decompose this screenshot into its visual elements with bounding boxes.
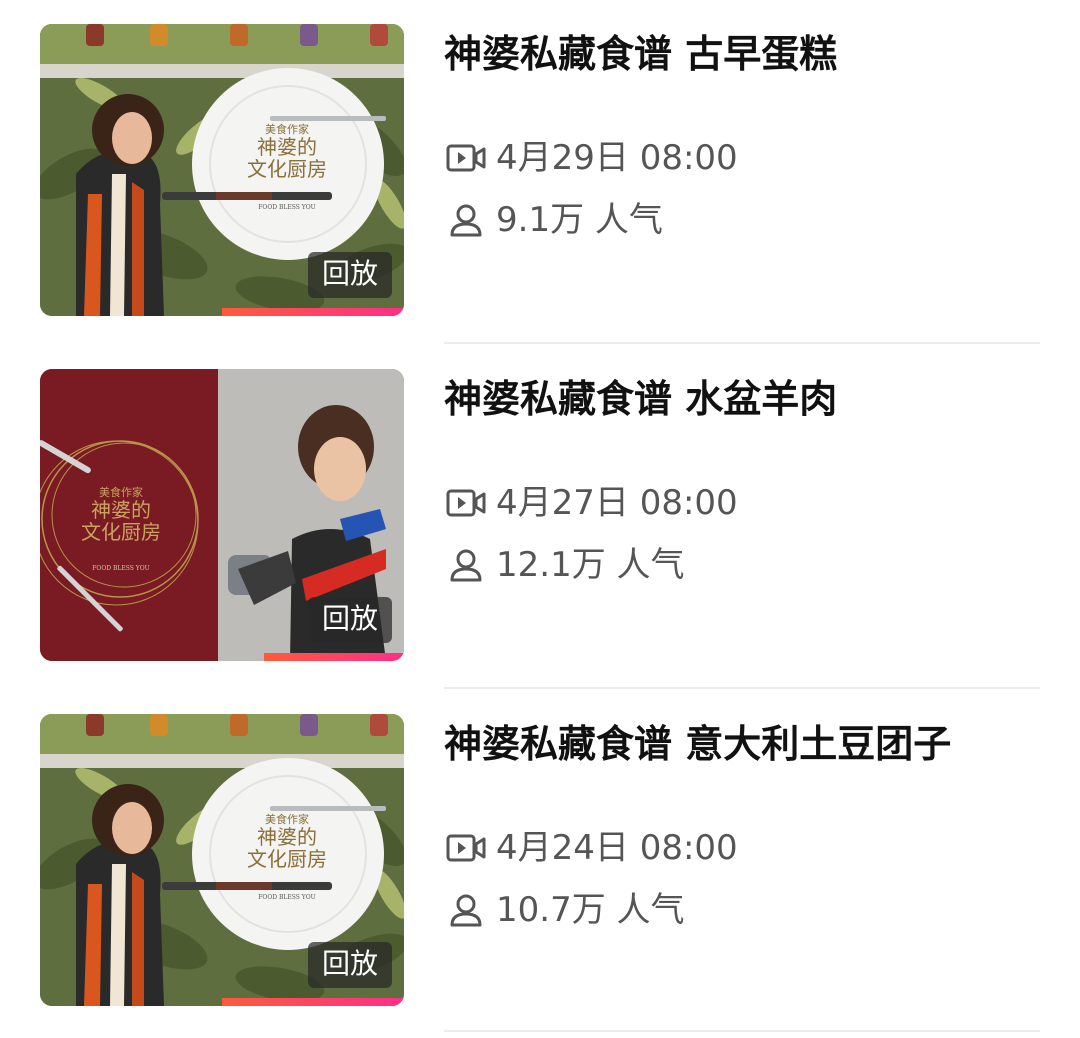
- logo-name-line1: 神婆的: [91, 498, 151, 522]
- divider: [444, 687, 1040, 689]
- divider: [444, 342, 1040, 344]
- stream-title[interactable]: 神婆私藏食谱 古早蛋糕: [444, 28, 837, 80]
- stream-time-row: 4月24日 08:00: [444, 826, 738, 870]
- logo-slogan: FOOD BLESS YOU: [258, 204, 316, 211]
- stream-popularity: 12.1万 人气: [496, 545, 685, 585]
- user-icon: [444, 543, 488, 587]
- stream-datetime: 4月24日 08:00: [496, 828, 738, 868]
- user-icon: [444, 888, 488, 932]
- stream-time-row: 4月29日 08:00: [444, 136, 738, 180]
- replay-thumbnail[interactable]: 美食作家 神婆的 文化厨房 FOOD BLESS YOU 回放: [40, 24, 404, 316]
- video-camera-icon: [444, 826, 488, 870]
- stream-title[interactable]: 神婆私藏食谱 意大利土豆团子: [444, 718, 951, 770]
- replay-thumbnail[interactable]: 美食作家 神婆的 文化厨房 FOOD BLESS YOU 回放: [40, 369, 404, 661]
- divider: [444, 1030, 1040, 1032]
- logo-name-line2: 文化厨房: [81, 520, 161, 544]
- progress-bar: [222, 998, 404, 1006]
- logo-slogan: FOOD BLESS YOU: [92, 565, 150, 572]
- logo-name-line1: 神婆的: [257, 135, 317, 159]
- logo-slogan: FOOD BLESS YOU: [258, 894, 316, 901]
- stream-popularity: 9.1万 人气: [496, 200, 663, 240]
- live-replay-list: 美食作家 神婆的 文化厨房 FOOD BLESS YOU 回放 神婆私藏食谱 古…: [0, 0, 1080, 1038]
- stream-popularity-row: 10.7万 人气: [444, 888, 685, 932]
- logo-name-line1: 神婆的: [257, 825, 317, 849]
- replay-item[interactable]: 美食作家 神婆的 文化厨房 FOOD BLESS YOU 回放 神婆私藏食谱 水…: [0, 345, 1080, 689]
- thumbnail-logo: 美食作家 神婆的 文化厨房 FOOD BLESS YOU: [46, 487, 196, 573]
- thumbnail-logo: 美食作家 神婆的 文化厨房 FOOD BLESS YOU: [212, 814, 362, 902]
- replay-thumbnail[interactable]: 美食作家 神婆的 文化厨房 FOOD BLESS YOU 回放: [40, 714, 404, 1006]
- progress-bar: [222, 308, 404, 316]
- replay-item[interactable]: 美食作家 神婆的 文化厨房 FOOD BLESS YOU 回放 神婆私藏食谱 意…: [0, 690, 1080, 1034]
- replay-badge: 回放: [307, 942, 392, 988]
- stream-popularity-row: 9.1万 人气: [444, 198, 663, 242]
- logo-name-line2: 文化厨房: [247, 847, 327, 871]
- stream-datetime: 4月27日 08:00: [496, 483, 738, 523]
- replay-item[interactable]: 美食作家 神婆的 文化厨房 FOOD BLESS YOU 回放 神婆私藏食谱 古…: [0, 0, 1080, 344]
- stream-popularity-row: 12.1万 人气: [444, 543, 685, 587]
- stream-popularity: 10.7万 人气: [496, 890, 685, 930]
- replay-badge: 回放: [307, 597, 392, 643]
- thumbnail-logo: 美食作家 神婆的 文化厨房 FOOD BLESS YOU: [212, 124, 362, 212]
- user-icon: [444, 198, 488, 242]
- replay-badge: 回放: [307, 252, 392, 298]
- stream-title[interactable]: 神婆私藏食谱 水盆羊肉: [444, 373, 837, 425]
- progress-bar: [264, 653, 404, 661]
- stream-datetime: 4月29日 08:00: [496, 138, 738, 178]
- video-camera-icon: [444, 481, 488, 525]
- logo-name-line2: 文化厨房: [247, 157, 327, 181]
- stream-time-row: 4月27日 08:00: [444, 481, 738, 525]
- video-camera-icon: [444, 136, 488, 180]
